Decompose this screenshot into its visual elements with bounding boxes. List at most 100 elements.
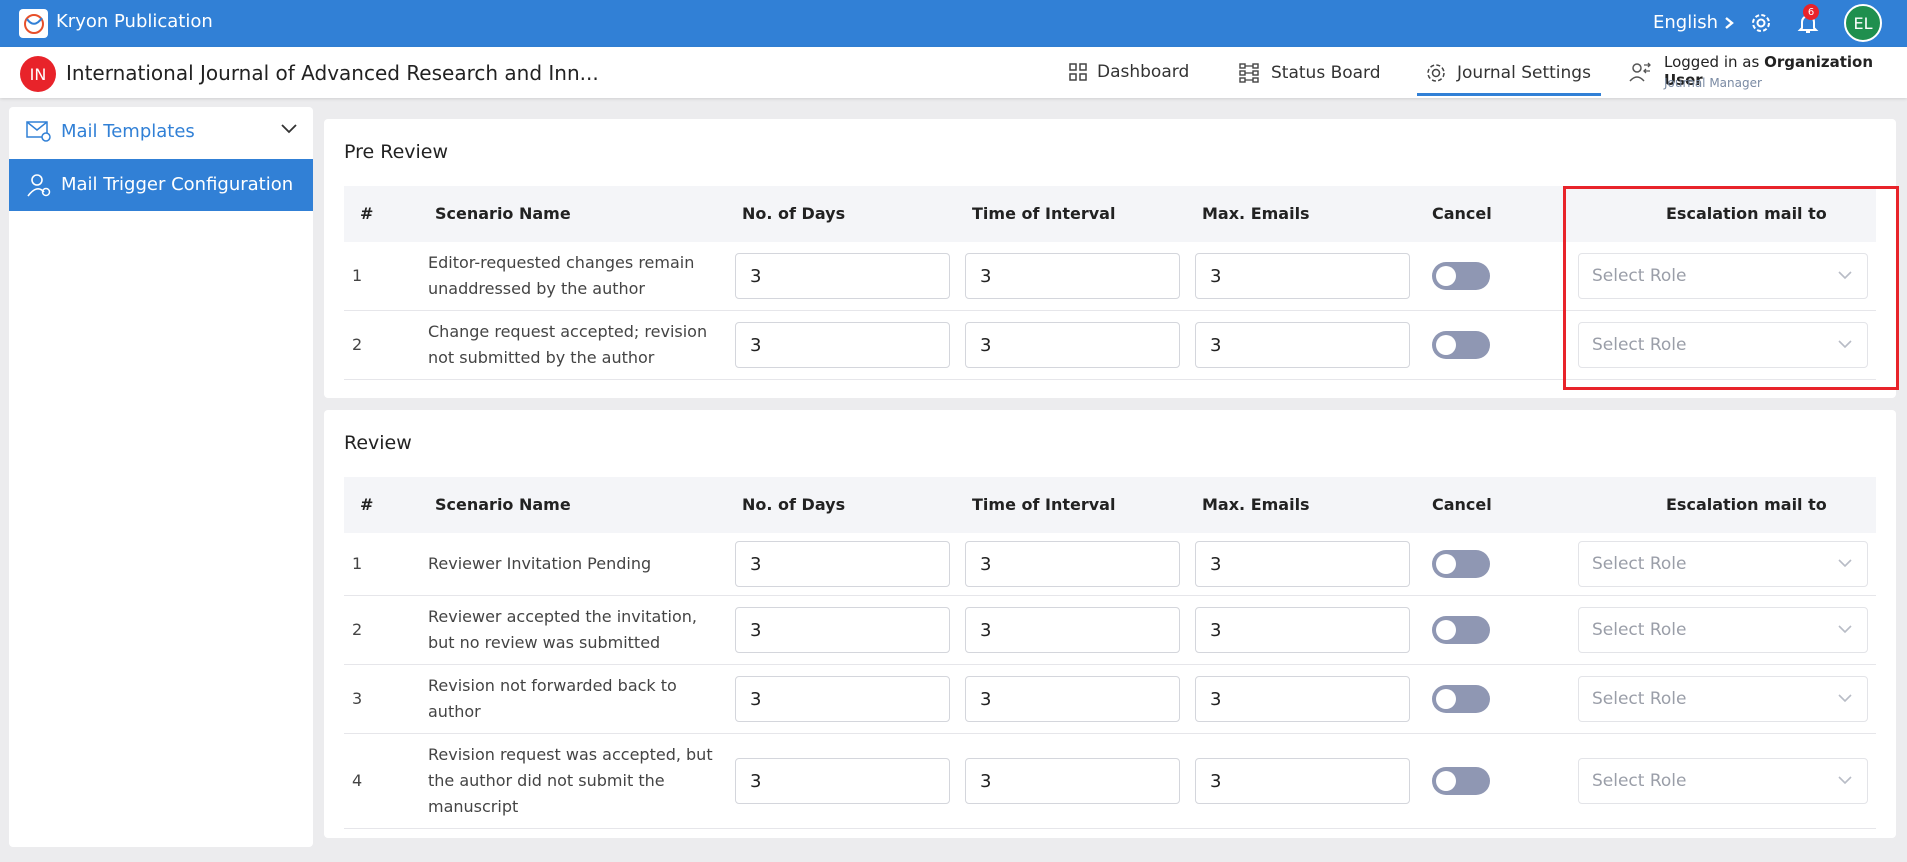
row-number: 1: [352, 554, 363, 573]
scenario-name: Reviewer accepted the invitation, but no…: [428, 607, 698, 652]
select-role-placeholder: Select Role: [1592, 554, 1687, 574]
sidebar-item-mail-trigger-configuration[interactable]: Mail Trigger Configuration: [9, 159, 313, 211]
cancel-toggle[interactable]: [1432, 262, 1490, 290]
chevron-down-icon: [1838, 625, 1852, 634]
cancel-toggle[interactable]: [1432, 550, 1490, 578]
user-avatar[interactable]: EL: [1844, 4, 1882, 42]
nav-dashboard-label: Dashboard: [1097, 62, 1190, 82]
column-header-interval: Time of Interval: [972, 495, 1116, 514]
select-role-placeholder: Select Role: [1592, 620, 1687, 640]
chevron-down-icon: [1838, 694, 1852, 703]
interval-input[interactable]: 3: [965, 253, 1180, 299]
pre-review-title: Pre Review: [344, 141, 449, 163]
column-header-escalation: Escalation mail to: [1666, 495, 1827, 514]
scenario-name: Revision request was accepted, but the a…: [428, 745, 713, 816]
sidebar-item-mail-templates[interactable]: Mail Templates: [9, 107, 313, 157]
mail-settings-icon: [26, 121, 51, 142]
nav-dashboard[interactable]: Dashboard: [1069, 62, 1189, 82]
days-input[interactable]: 3: [735, 322, 950, 368]
interval-input[interactable]: 3: [965, 758, 1180, 804]
column-header-max-emails: Max. Emails: [1202, 204, 1310, 223]
gear-icon: [1427, 64, 1445, 82]
journal-title: International Journal of Advanced Resear…: [66, 61, 599, 85]
scenario-name: Editor-requested changes remain unaddres…: [428, 253, 695, 298]
cancel-toggle[interactable]: [1432, 685, 1490, 713]
column-header-cancel: Cancel: [1432, 204, 1492, 223]
max-emails-input[interactable]: 3: [1195, 322, 1410, 368]
days-input[interactable]: 3: [735, 758, 950, 804]
escalation-role-select[interactable]: Select Role: [1578, 607, 1868, 653]
grid-icon: [1069, 63, 1087, 81]
active-tab-indicator: [1417, 93, 1601, 96]
column-header-max-emails: Max. Emails: [1202, 495, 1310, 514]
max-emails-input[interactable]: 3: [1195, 758, 1410, 804]
logged-in-prefix: Logged in as: [1664, 53, 1760, 71]
user-switch-icon: [1629, 62, 1651, 82]
journal-header: IN International Journal of Advanced Res…: [0, 47, 1907, 98]
row-number: 1: [352, 266, 363, 285]
language-label: English: [1653, 12, 1718, 33]
nav-journal-settings-label: Journal Settings: [1457, 63, 1591, 83]
scenario-name: Reviewer Invitation Pending: [428, 554, 652, 573]
language-selector[interactable]: English: [1653, 12, 1734, 33]
kryon-logo-icon[interactable]: [19, 9, 48, 38]
nav-status-board[interactable]: Status Board: [1239, 62, 1381, 84]
notification-count-badge: 6: [1803, 4, 1819, 20]
chevron-down-icon: [1838, 776, 1852, 785]
chevron-down-icon: [1838, 559, 1852, 568]
days-input[interactable]: 3: [735, 607, 950, 653]
settings-gear-icon[interactable]: [1748, 10, 1774, 36]
table-row: 3 Revision not forwarded back to author …: [344, 665, 1876, 734]
column-header-days: No. of Days: [742, 204, 846, 223]
interval-input[interactable]: 3: [965, 541, 1180, 587]
column-header-days: No. of Days: [742, 495, 846, 514]
cancel-toggle[interactable]: [1432, 767, 1490, 795]
cancel-toggle[interactable]: [1432, 616, 1490, 644]
days-input[interactable]: 3: [735, 676, 950, 722]
row-number: 2: [352, 335, 363, 354]
days-input[interactable]: 3: [735, 253, 950, 299]
table-row: 4 Revision request was accepted, but the…: [344, 734, 1876, 829]
sidebar-item-mail-templates-label: Mail Templates: [61, 121, 195, 142]
logged-in-role: Journal Manager: [1664, 76, 1762, 90]
max-emails-input[interactable]: 3: [1195, 607, 1410, 653]
top-bar: Kryon Publication English 6 EL: [0, 0, 1907, 47]
interval-input[interactable]: 3: [965, 676, 1180, 722]
nav-journal-settings[interactable]: Journal Settings: [1425, 62, 1591, 84]
column-header-num: #: [360, 495, 374, 514]
max-emails-input[interactable]: 3: [1195, 676, 1410, 722]
table-row: 1 Reviewer Invitation Pending 3 3 3 Sele…: [344, 533, 1876, 596]
column-header-interval: Time of Interval: [972, 204, 1116, 223]
column-header-cancel: Cancel: [1432, 495, 1492, 514]
interval-input[interactable]: 3: [965, 322, 1180, 368]
review-table-header: # Scenario Name No. of Days Time of Inte…: [344, 477, 1876, 533]
row-number: 3: [352, 689, 363, 708]
interval-input[interactable]: 3: [965, 607, 1180, 653]
status-board-icon: [1239, 63, 1259, 83]
column-header-scenario: Scenario Name: [435, 204, 571, 223]
table-row: 2 Reviewer accepted the invitation, but …: [344, 596, 1876, 665]
column-header-num: #: [360, 204, 374, 223]
column-header-scenario: Scenario Name: [435, 495, 571, 514]
escalation-role-select[interactable]: Select Role: [1578, 758, 1868, 804]
days-input[interactable]: 3: [735, 541, 950, 587]
sidebar: Mail Templates Mail Trigger Configuratio…: [9, 107, 313, 847]
scenario-name: Change request accepted; revision not su…: [428, 322, 708, 367]
cancel-toggle[interactable]: [1432, 331, 1490, 359]
max-emails-input[interactable]: 3: [1195, 541, 1410, 587]
max-emails-input[interactable]: 3: [1195, 253, 1410, 299]
review-title: Review: [344, 432, 412, 454]
journal-badge: IN: [20, 56, 56, 92]
sidebar-item-mail-trigger-configuration-label: Mail Trigger Configuration: [61, 174, 294, 195]
row-number: 2: [352, 620, 363, 639]
chevron-down-icon[interactable]: [280, 123, 298, 135]
select-role-placeholder: Select Role: [1592, 771, 1687, 791]
scenario-name: Revision not forwarded back to author: [428, 676, 677, 721]
escalation-role-select[interactable]: Select Role: [1578, 541, 1868, 587]
escalation-role-select[interactable]: Select Role: [1578, 676, 1868, 722]
chevron-right-icon: [1725, 16, 1734, 29]
select-role-placeholder: Select Role: [1592, 689, 1687, 709]
review-card: Review # Scenario Name No. of Days Time …: [324, 410, 1896, 838]
user-settings-icon: [27, 174, 51, 197]
app-title: Kryon Publication: [56, 11, 213, 32]
